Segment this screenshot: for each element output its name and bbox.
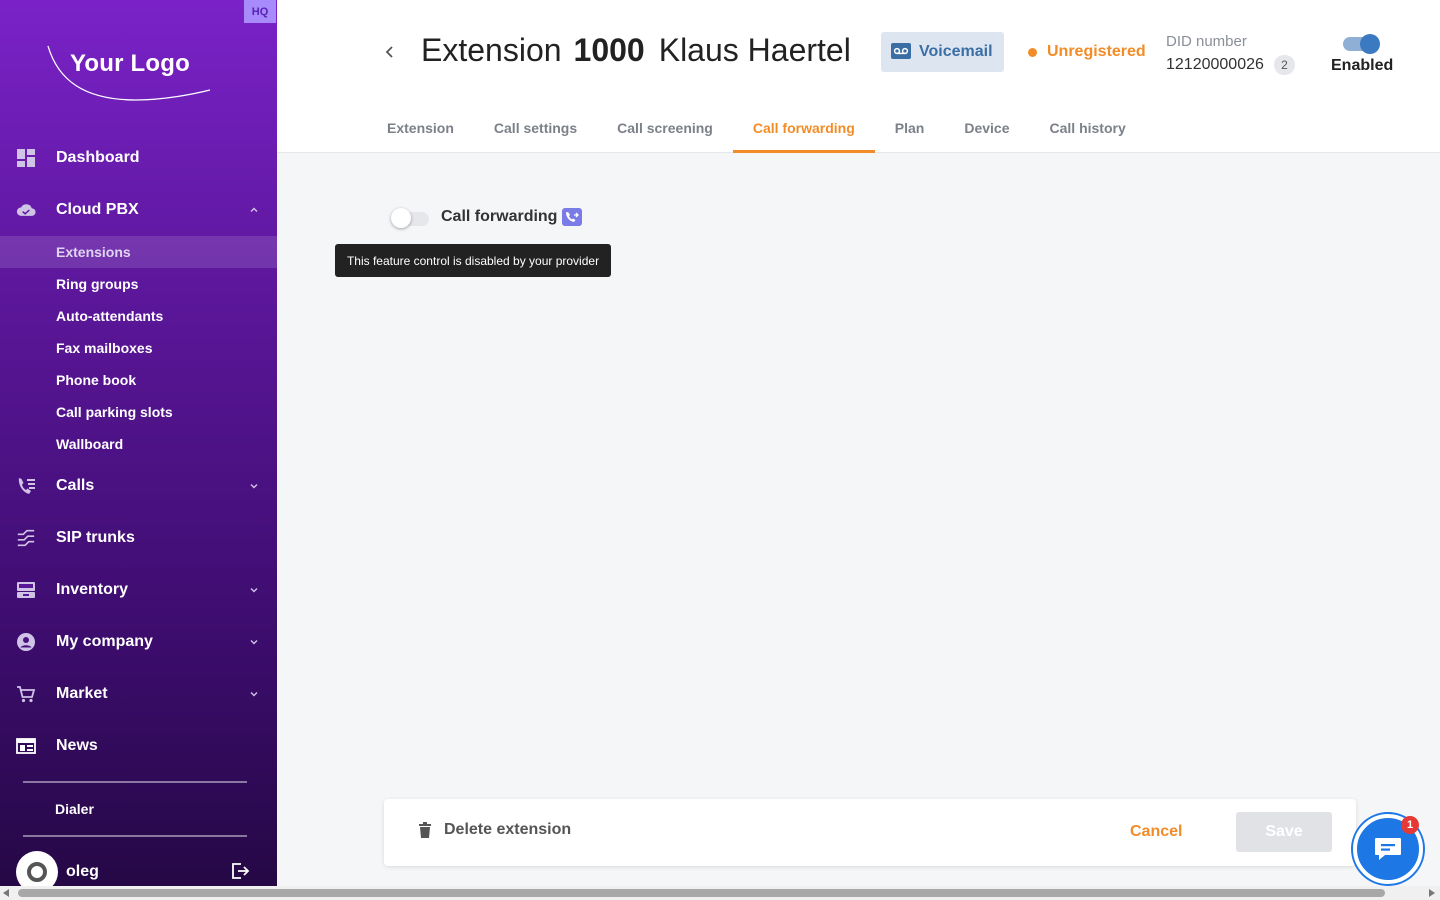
scroll-left-icon[interactable] [3,889,9,897]
page-title: Extension 1000 Klaus Haertel [421,32,851,69]
scrollbar-thumb[interactable] [18,889,1385,897]
tab-call-settings[interactable]: Call settings [474,107,597,153]
logout-icon[interactable] [230,861,250,881]
sidebar-subitem-wallboard[interactable]: Wallboard [0,428,277,460]
tab-extension[interactable]: Extension [367,107,474,153]
sidebar-item-label: Cloud PBX [56,201,139,218]
voicemail-icon [891,43,911,59]
sidebar-divider [23,835,247,837]
registration-status: Unregistered [1028,43,1146,61]
chevron-down-icon [250,588,258,593]
did-count-badge[interactable]: 2 [1274,55,1295,75]
title-prefix: Extension [421,32,562,68]
chevron-down-icon [250,484,258,489]
disabled-feature-tooltip: This feature control is disabled by your… [335,244,611,277]
sidebar-subitem-phone-book[interactable]: Phone book [0,364,277,396]
sidebar-subitem-label: Wallboard [56,436,124,452]
sidebar-subitem-extensions[interactable]: Extensions [0,236,277,268]
action-bar: Delete extension Cancel Save [384,799,1356,866]
horizontal-scrollbar[interactable] [0,886,1440,900]
call-list-icon [16,476,36,496]
logo[interactable]: Your Logo [44,40,214,104]
sidebar-item-inventory[interactable]: Inventory [0,570,277,610]
call-forward-icon [562,208,582,226]
sidebar-item-my-company[interactable]: My company [0,622,277,662]
sidebar-divider [23,781,247,783]
sidebar-subitem-label: Call parking slots [56,404,173,420]
username: oleg [66,863,99,880]
call-forwarding-label: Call forwarding [441,208,558,225]
chevron-down-icon [250,640,258,645]
sidebar-item-dialer[interactable]: Dialer [55,801,94,817]
sidebar-item-label: SIP trunks [56,529,135,546]
status-dot [1028,47,1037,57]
sidebar-item-dashboard[interactable]: Dashboard [0,138,277,178]
dashboard-icon [16,148,36,168]
hq-badge[interactable]: HQ [244,0,276,23]
tab-call-screening[interactable]: Call screening [597,107,733,153]
sidebar-subitem-ring-groups[interactable]: Ring groups [0,268,277,300]
logo-text: Your Logo [70,50,190,77]
did-value: 12120000026 [1166,56,1264,73]
tab-bar: Extension Call settings Call screening C… [367,107,1146,153]
sidebar-subitem-fax-mailboxes[interactable]: Fax mailboxes [0,332,277,364]
tab-plan[interactable]: Plan [875,107,945,153]
delete-extension-label: Delete extension [444,821,572,838]
sidebar: HQ Your Logo Dashboard Cloud PBX Extensi… [0,0,277,893]
save-button[interactable]: Save [1236,812,1332,852]
delete-extension-button[interactable]: Delete extension [418,821,571,839]
sidebar-item-label: My company [56,633,153,650]
sidebar-subitem-call-parking-slots[interactable]: Call parking slots [0,396,277,428]
sidebar-item-label: News [56,737,98,754]
sidebar-subitem-label: Extensions [56,244,131,260]
page-header: Extension 1000 Klaus Haertel Voicemail Unr… [277,0,1440,153]
chat-notification-badge: 1 [1401,816,1419,834]
news-icon [16,736,36,756]
sidebar-subitem-auto-attendants[interactable]: Auto-attendants [0,300,277,332]
cloud-icon [16,200,36,220]
sidebar-item-label: Inventory [56,581,129,598]
sidebar-subitem-label: Fax mailboxes [56,340,153,356]
account-icon [16,632,36,652]
cart-icon [16,684,36,704]
call-forwarding-toggle[interactable] [391,208,429,228]
sidebar-item-market[interactable]: Market [0,674,277,714]
trash-icon [419,822,431,838]
voicemail-label: Voicemail [919,43,993,60]
tab-call-history[interactable]: Call history [1030,107,1146,153]
scroll-right-icon[interactable] [1429,889,1435,897]
extension-name: Klaus Haertel [658,32,851,68]
chevron-up-icon [250,207,258,212]
cancel-button[interactable]: Cancel [1130,823,1182,841]
sidebar-subitem-label: Ring groups [56,276,139,292]
user-menu[interactable]: oleg [16,851,261,893]
did-label: DID number [1166,33,1247,50]
back-arrow-icon[interactable] [382,42,398,62]
extension-number: 1000 [573,32,645,68]
status-label: Unregistered [1047,43,1146,60]
sidebar-item-calls[interactable]: Calls [0,466,277,506]
sidebar-item-cloud-pbx[interactable]: Cloud PBX [0,190,277,230]
voicemail-button[interactable]: Voicemail [881,32,1004,72]
enabled-toggle[interactable] [1343,33,1380,54]
inventory-icon [16,580,36,600]
sidebar-subitem-label: Auto-attendants [56,308,164,324]
chevron-down-icon [250,692,258,697]
sidebar-item-sip-trunks[interactable]: SIP trunks [0,518,277,558]
tab-call-forwarding[interactable]: Call forwarding [732,107,875,153]
sidebar-item-label: Dashboard [56,149,140,166]
sidebar-item-label: Calls [56,477,95,494]
enabled-label: Enabled [1331,57,1394,74]
sidebar-item-news[interactable]: News [0,726,277,766]
sidebar-subitem-label: Phone book [56,372,137,388]
chat-icon [1375,838,1401,860]
trunk-icon [16,528,36,548]
tab-device[interactable]: Device [944,107,1029,153]
sidebar-item-label: Market [56,685,108,702]
